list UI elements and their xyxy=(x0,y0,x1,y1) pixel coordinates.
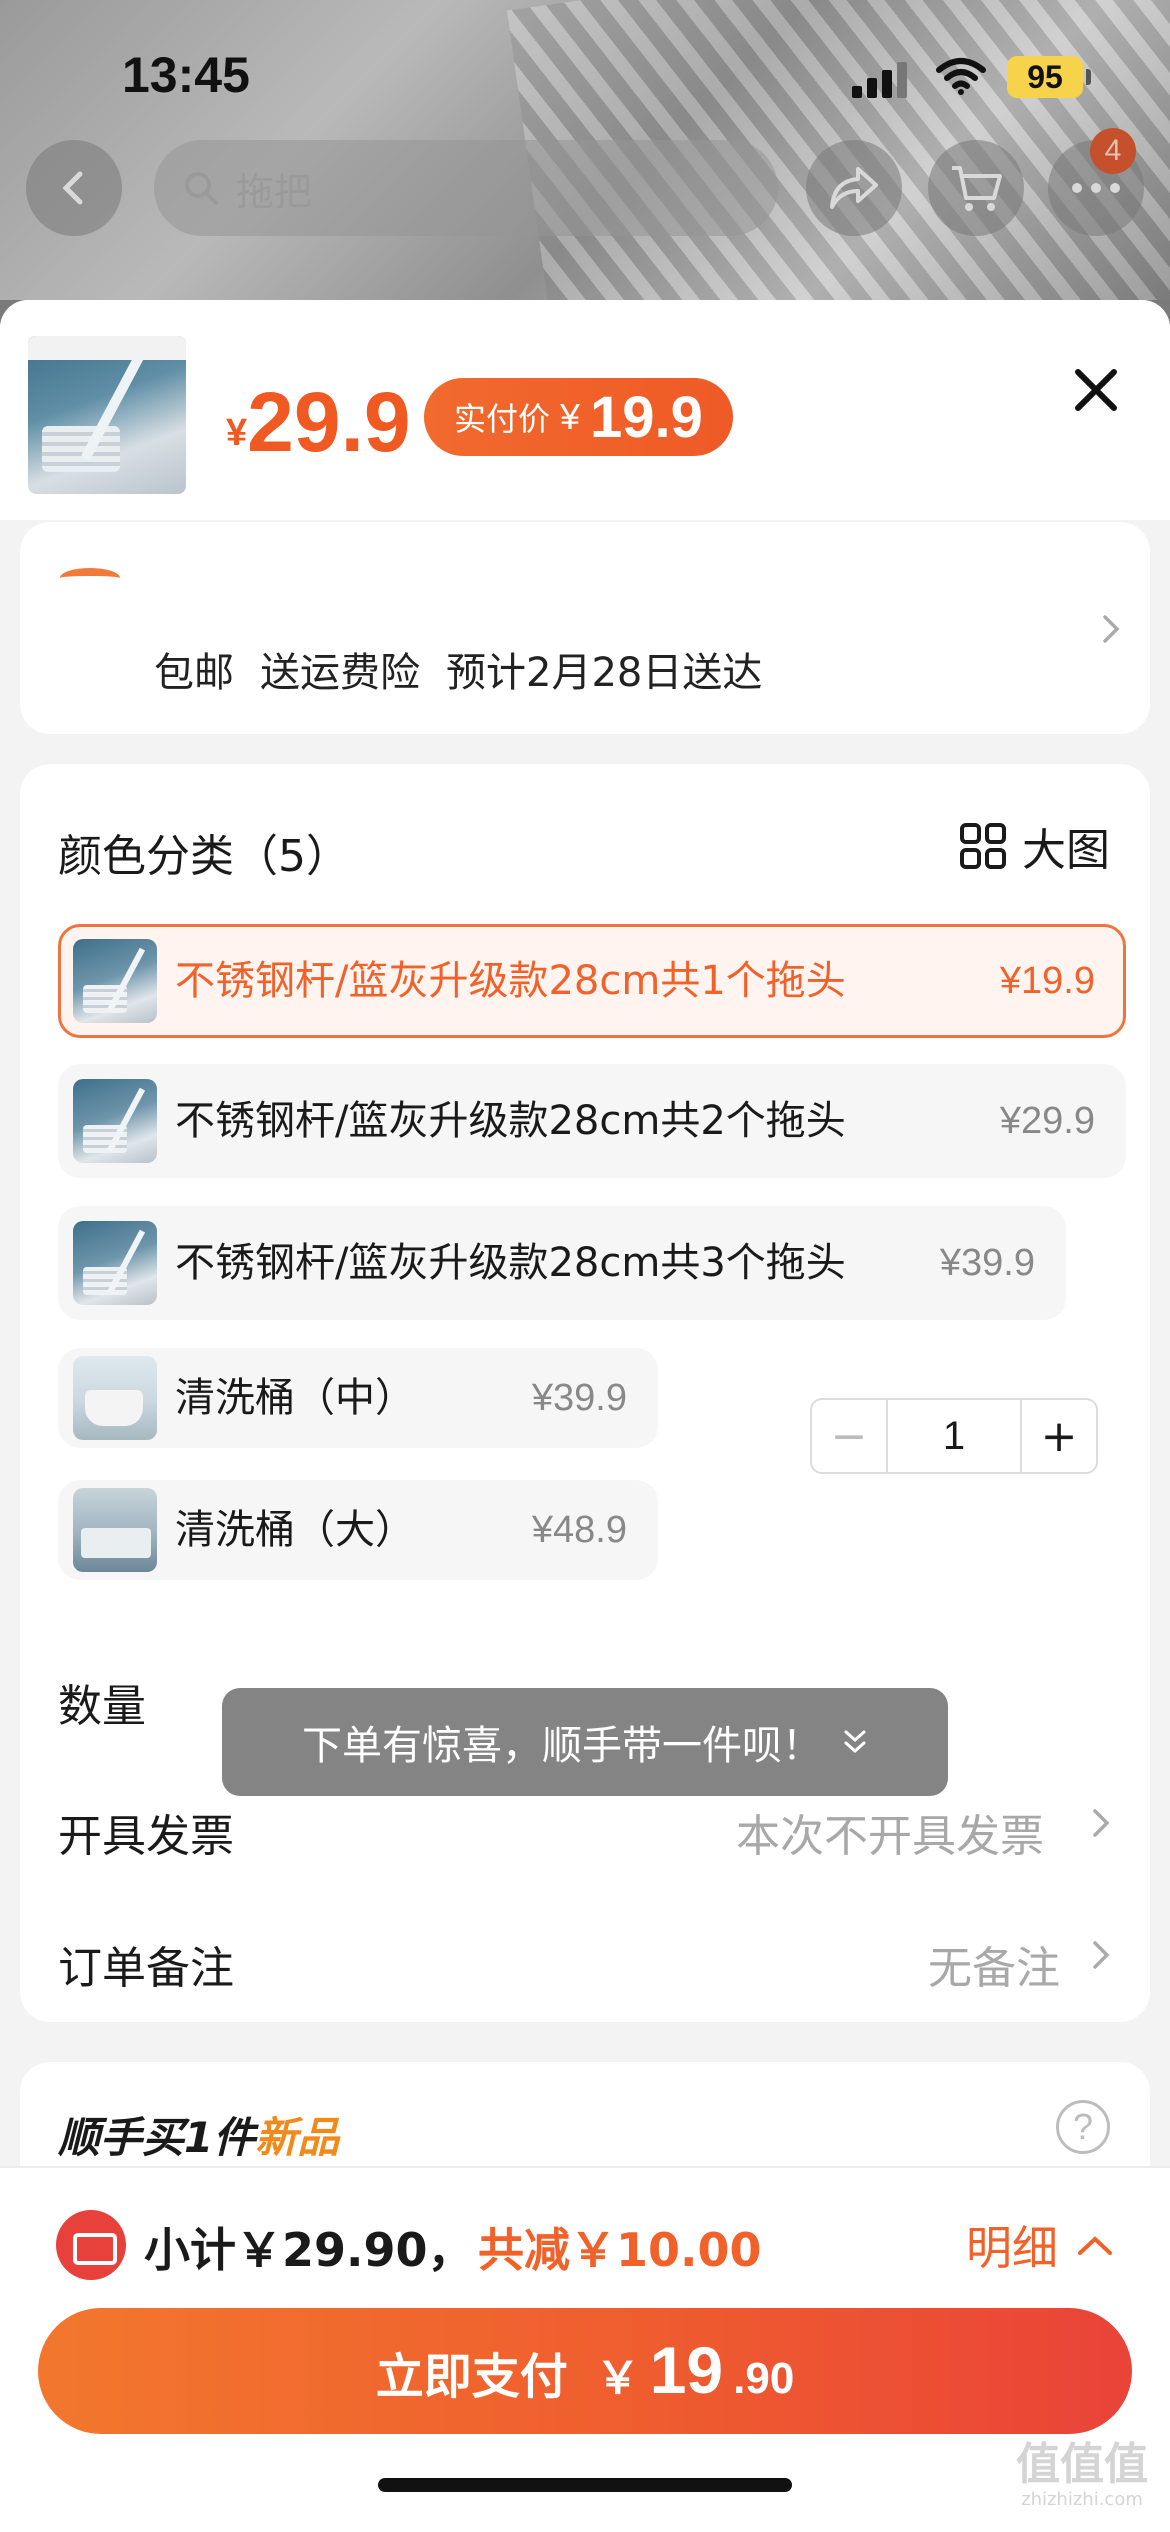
pay-now-label: 立即支付 xyxy=(375,2349,568,2405)
watermark: 值值值 zhizhizhi.com xyxy=(1016,2440,1148,2510)
option-item-4[interactable]: 清洗桶（中） ¥39.9 xyxy=(58,1348,658,1448)
paid-price-symbol: ¥ xyxy=(560,396,581,437)
delivery-tag-eta: 预计2月28日送达 xyxy=(446,650,763,696)
delivery-tag-insurance: 送运费险 xyxy=(260,650,420,696)
option-price: ¥19.9 xyxy=(999,959,1095,1002)
share-button[interactable] xyxy=(806,140,902,236)
option-price: ¥39.9 xyxy=(531,1376,627,1419)
quantity-value[interactable]: 1 xyxy=(886,1400,1022,1472)
help-icon[interactable]: ? xyxy=(1056,2100,1110,2154)
option-item-5[interactable]: 清洗桶（大） ¥48.9 xyxy=(58,1480,658,1580)
pay-now-symbol: ￥ xyxy=(595,2354,640,2403)
paid-price-pill: 实付价 ¥ 19.9 xyxy=(424,378,733,456)
cart-badge: 4 xyxy=(1090,128,1136,174)
chevron-left-icon xyxy=(62,171,83,205)
order-note-value[interactable]: 无备注 xyxy=(928,1932,1060,1996)
option-thumbnail xyxy=(73,1079,157,1163)
grid-icon xyxy=(960,823,1006,869)
option-thumbnail xyxy=(73,1488,157,1572)
battery-indicator: 95 xyxy=(1007,56,1091,98)
chevron-right-icon xyxy=(1103,615,1120,643)
addon-title: 顺手买1件新品 xyxy=(58,2104,339,2165)
color-category-title: 颜色分类（5） xyxy=(58,831,350,882)
big-picture-toggle[interactable]: 大图 xyxy=(958,814,1110,878)
search-input[interactable]: 拖把 xyxy=(154,140,778,236)
option-item-2[interactable]: 不锈钢杆/篮灰升级款28cm共2个拖头 ¥29.9 xyxy=(58,1064,1126,1178)
paid-price-label: 实付价 xyxy=(454,400,551,438)
option-label: 清洗桶（大） xyxy=(175,1507,415,1553)
price-value: 29.9 xyxy=(247,375,411,469)
toast-text: 下单有惊喜，顺手带一件呗！ xyxy=(302,1723,822,1769)
pay-now-button[interactable]: 立即支付 ￥ 19 .90 xyxy=(38,2308,1132,2434)
option-thumbnail xyxy=(73,1221,157,1305)
delivery-address-partial xyxy=(60,568,120,588)
subtotal-text: 小计￥29.90， xyxy=(144,2223,474,2277)
sheet-header: ¥29.9 实付价 ¥ 19.9 xyxy=(0,300,1170,520)
quantity-label: 数量 xyxy=(58,1681,146,1732)
paid-price-value: 19.9 xyxy=(590,384,703,450)
delivery-tag-free-shipping: 包邮 xyxy=(154,650,234,696)
option-price: ¥29.9 xyxy=(999,1099,1095,1142)
option-label: 不锈钢杆/篮灰升级款28cm共2个拖头 xyxy=(175,1098,846,1144)
big-picture-label: 大图 xyxy=(1022,825,1110,876)
option-item-1[interactable]: 不锈钢杆/篮灰升级款28cm共1个拖头 ¥19.9 xyxy=(58,924,1126,1038)
watermark-url: zhizhizhi.com xyxy=(1021,2489,1143,2510)
cart-icon xyxy=(952,166,1002,211)
price-detail-label: 明细 xyxy=(966,2221,1058,2275)
pay-now-decimal: .90 xyxy=(733,2354,795,2403)
option-label: 不锈钢杆/篮灰升级款28cm共1个拖头 xyxy=(175,958,846,1004)
pay-now-integer: 19 xyxy=(649,2333,724,2407)
option-thumbnail xyxy=(73,939,157,1023)
option-label: 不锈钢杆/篮灰升级款28cm共3个拖头 xyxy=(175,1240,846,1286)
signal-icon xyxy=(852,62,910,98)
invoice-value[interactable]: 本次不开具发票 xyxy=(736,1800,1044,1864)
cart-button[interactable] xyxy=(928,140,1024,236)
option-price: ¥39.9 xyxy=(939,1241,1035,1284)
price-detail-toggle[interactable]: 明细 xyxy=(966,2212,1114,2278)
chevron-up-icon xyxy=(1078,2236,1112,2255)
option-thumbnail xyxy=(73,1356,157,1440)
discount-text: 共减￥10.00 xyxy=(478,2223,762,2277)
search-placeholder: 拖把 xyxy=(236,169,313,214)
share-icon xyxy=(830,167,878,209)
coupon-icon xyxy=(56,2210,126,2280)
options-card: 颜色分类（5） 大图 不锈钢杆/篮灰升级款28cm共1个拖头 ¥19.9 不锈钢… xyxy=(20,764,1150,2022)
quantity-stepper[interactable]: − 1 + xyxy=(810,1398,1098,1474)
search-icon xyxy=(185,172,218,205)
home-indicator[interactable] xyxy=(378,2478,792,2492)
price-symbol: ¥ xyxy=(226,412,248,454)
order-note-label: 订单备注 xyxy=(58,1943,234,1994)
addon-title-highlight: 新品 xyxy=(255,2113,340,2162)
chevron-right-icon xyxy=(1093,1941,1110,1969)
product-thumbnail[interactable] xyxy=(28,336,186,494)
status-bar: 13:45 95 xyxy=(0,0,1170,150)
quantity-decrement-button[interactable]: − xyxy=(812,1400,886,1472)
double-chevron-down-icon xyxy=(844,1730,866,1754)
wifi-icon xyxy=(936,58,986,95)
watermark-logo: 值值值 xyxy=(1016,2439,1148,2490)
invoice-label: 开具发票 xyxy=(58,1811,234,1862)
delivery-card[interactable]: 包邮 送运费险 预计2月28日送达 xyxy=(20,522,1150,734)
option-label: 清洗桶（中） xyxy=(175,1375,415,1421)
option-price: ¥48.9 xyxy=(531,1508,627,1551)
promo-toast[interactable]: 下单有惊喜，顺手带一件呗！ xyxy=(222,1688,948,1796)
more-icon xyxy=(1072,183,1120,193)
status-time: 13:45 xyxy=(122,47,250,103)
option-item-3[interactable]: 不锈钢杆/篮灰升级款28cm共3个拖头 ¥39.9 xyxy=(58,1206,1066,1320)
addon-title-prefix: 顺手买1件 xyxy=(58,2113,256,2162)
back-button[interactable] xyxy=(26,140,122,236)
product-price: ¥29.9 xyxy=(226,374,411,471)
chevron-right-icon xyxy=(1093,1809,1110,1837)
quantity-increment-button[interactable]: + xyxy=(1022,1400,1096,1472)
close-icon[interactable] xyxy=(1068,362,1124,418)
delivery-info: 包邮 送运费险 预计2月28日送达 xyxy=(154,640,762,698)
